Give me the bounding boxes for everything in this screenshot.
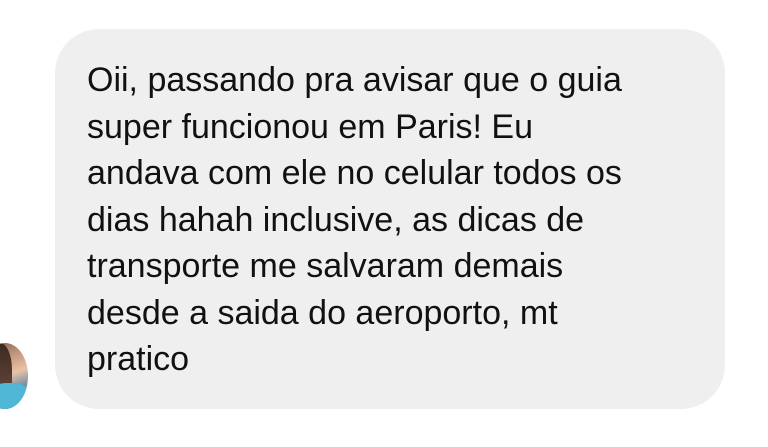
message-text: Oii, passando pra avisar que o guia supe… — [87, 61, 622, 378]
avatar-shirt-shape — [0, 383, 28, 409]
sender-avatar[interactable] — [0, 343, 28, 409]
chat-thread: Oii, passando pra avisar que o guia supe… — [0, 0, 768, 447]
message-bubble[interactable]: Oii, passando pra avisar que o guia supe… — [55, 29, 725, 409]
